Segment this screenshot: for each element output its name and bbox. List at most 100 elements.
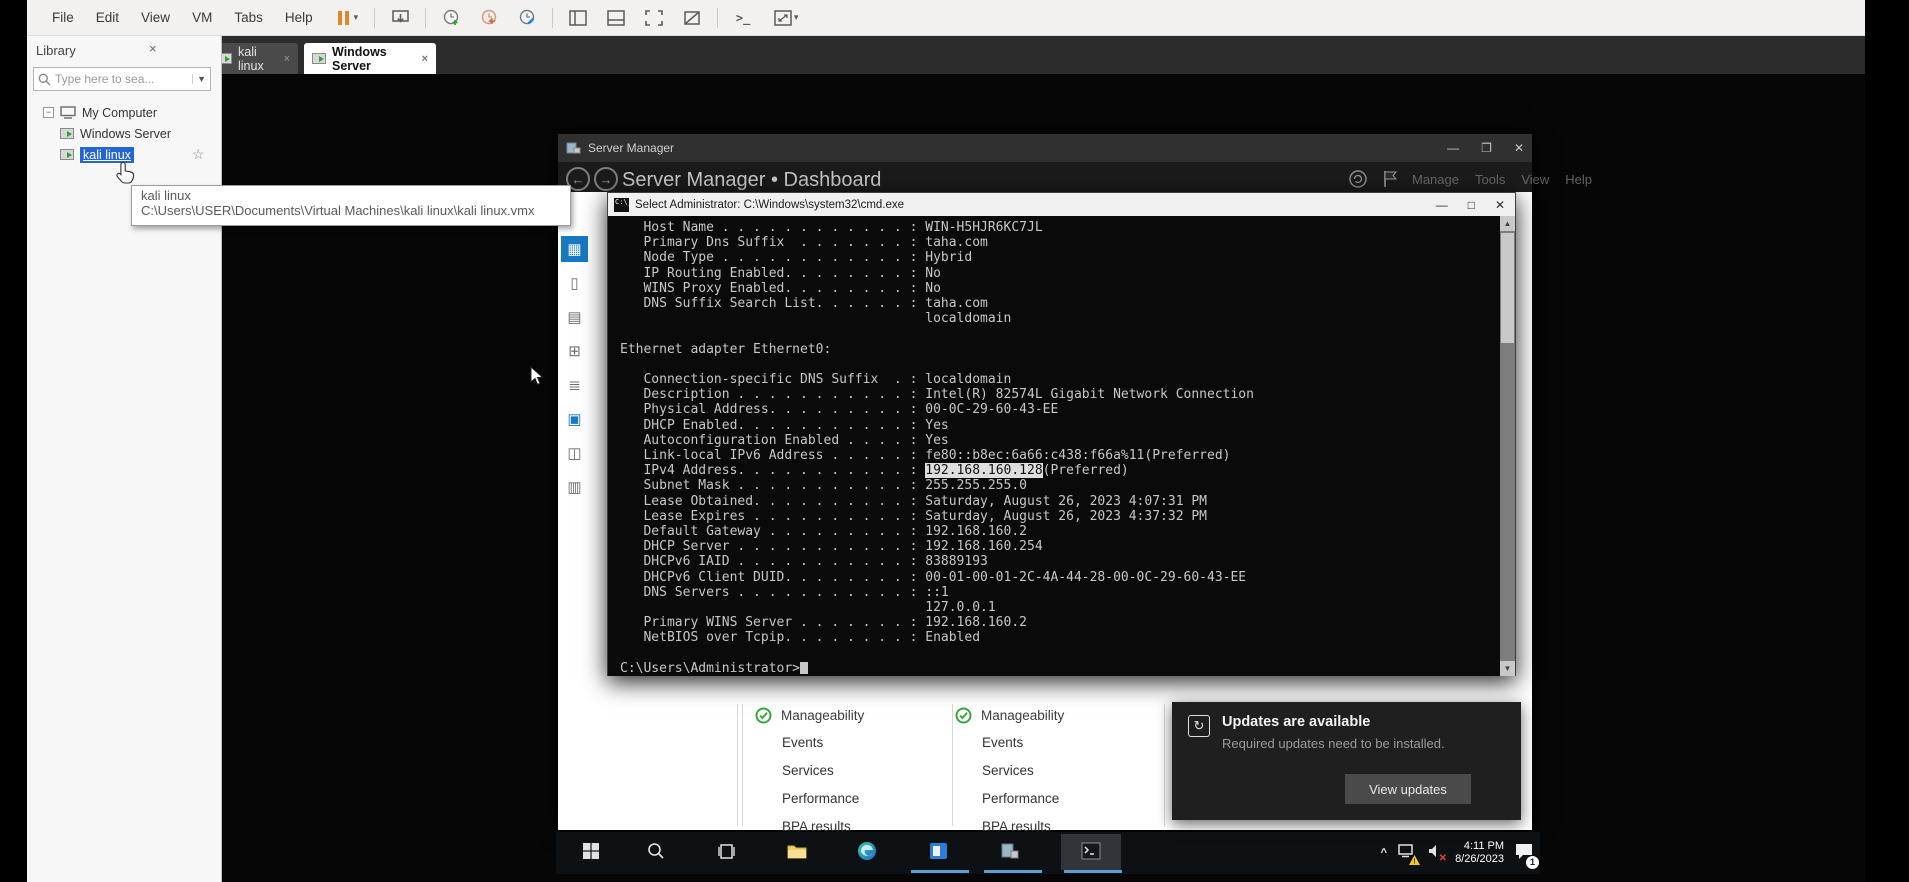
cmd-titlebar[interactable]: C:\_ Select Administrator: C:\Windows\sy… bbox=[608, 193, 1515, 216]
dashboard-link-performance[interactable]: Performance bbox=[782, 791, 955, 806]
taskbar-clock[interactable]: 4:11 PM 8/26/2023 bbox=[1455, 840, 1504, 866]
edge-icon bbox=[858, 842, 876, 860]
dashboard-status-label[interactable]: Manageability bbox=[981, 708, 1064, 723]
dashboard-link-events[interactable]: Events bbox=[982, 735, 1155, 750]
notifications-flag-icon[interactable] bbox=[1382, 169, 1398, 189]
chevron-down-icon[interactable]: ▼ bbox=[192, 74, 206, 84]
library-search[interactable]: ▼ bbox=[33, 67, 211, 91]
tab-kali-linux[interactable]: kali linux × bbox=[210, 43, 298, 74]
minimize-button[interactable]: — bbox=[1447, 141, 1459, 155]
volume-muted-icon[interactable]: ✕ bbox=[1427, 843, 1447, 864]
tree-item-my-computer[interactable]: − My Computer bbox=[27, 102, 221, 123]
tab-label: kali linux bbox=[238, 44, 264, 73]
screen: File Edit View VM Tabs Help ▾ >_ ▾ kali … bbox=[0, 0, 1909, 882]
unity-mode-button[interactable] bbox=[679, 5, 705, 31]
revert-snapshot-button[interactable] bbox=[476, 5, 502, 31]
vmware-menubar: File Edit View VM Tabs Help ▾ >_ ▾ bbox=[27, 0, 1865, 36]
dashboard-link-events[interactable]: Events bbox=[782, 735, 955, 750]
pinned-app-button[interactable] bbox=[916, 832, 960, 870]
library-panel: Library × ▼ − My Computer bbox=[27, 36, 222, 882]
dashboard-status-label[interactable]: Manageability bbox=[781, 708, 864, 723]
task-view-icon bbox=[717, 843, 735, 859]
server-manager-nav: ▦ ▯ ▤ ⊞ ≣ ▣ ◫ ▥ bbox=[561, 236, 593, 500]
server-manager-icon bbox=[1001, 843, 1019, 859]
nav-group-icon[interactable]: ▥ bbox=[561, 474, 588, 500]
menu-file[interactable]: File bbox=[41, 10, 85, 25]
scrollbar[interactable]: ▲ ▼ bbox=[1500, 216, 1515, 676]
action-center-button[interactable]: 1 bbox=[1514, 842, 1539, 869]
dashboard-link-performance[interactable]: Performance bbox=[982, 791, 1155, 806]
sm-menu-manage[interactable]: Manage bbox=[1412, 172, 1459, 187]
task-view-button[interactable] bbox=[704, 832, 748, 870]
scroll-up-icon[interactable]: ▲ bbox=[1500, 216, 1515, 231]
dashboard-group-1: Manageability Events Services Performanc… bbox=[755, 707, 955, 834]
tree-collapse-icon[interactable]: − bbox=[43, 107, 54, 118]
dashboard-group-2: Manageability Events Services Performanc… bbox=[955, 707, 1155, 834]
manage-snapshots-button[interactable] bbox=[514, 5, 540, 31]
forward-icon[interactable]: → bbox=[594, 167, 618, 191]
vm-powered-on-icon bbox=[60, 149, 74, 160]
menu-help[interactable]: Help bbox=[274, 10, 324, 25]
sm-menu-tools[interactable]: Tools bbox=[1475, 172, 1505, 187]
dashboard-link-services[interactable]: Services bbox=[782, 763, 955, 778]
chevron-down-icon[interactable]: ▾ bbox=[794, 12, 799, 23]
file-explorer-button[interactable] bbox=[775, 832, 819, 870]
tile-divider bbox=[742, 704, 743, 826]
taskbar-search-button[interactable] bbox=[634, 832, 678, 870]
close-library-icon[interactable]: × bbox=[149, 41, 157, 56]
server-manager-taskbar-button[interactable] bbox=[988, 832, 1032, 870]
close-button[interactable]: ✕ bbox=[1495, 198, 1505, 212]
fit-guest-now-button[interactable]: ▾ bbox=[768, 5, 804, 31]
nav-feature-icon[interactable]: ≣ bbox=[561, 372, 588, 398]
send-ctrl-alt-del-button[interactable] bbox=[387, 5, 413, 31]
running-app-underline bbox=[1064, 870, 1122, 873]
command-prompt-taskbar-button[interactable] bbox=[1069, 832, 1113, 870]
maximize-button[interactable]: ❐ bbox=[1481, 141, 1492, 155]
menu-edit[interactable]: Edit bbox=[85, 10, 130, 25]
close-tab-icon[interactable]: × bbox=[284, 53, 290, 65]
blue-app-icon bbox=[929, 843, 947, 859]
edge-browser-button[interactable] bbox=[845, 832, 889, 870]
server-manager-titlebar[interactable]: Server Manager — ❐ ✕ bbox=[558, 134, 1532, 162]
nav-services-icon[interactable]: ◫ bbox=[561, 440, 588, 466]
network-status-icon[interactable]: ! bbox=[1397, 842, 1421, 865]
favorite-star-icon[interactable]: ☆ bbox=[192, 146, 205, 163]
tray-chevron-up-icon[interactable]: ^ bbox=[1381, 847, 1387, 859]
chevron-down-icon[interactable]: ▾ bbox=[354, 12, 359, 23]
show-library-panel-button[interactable] bbox=[565, 5, 591, 31]
refresh-icon[interactable] bbox=[1348, 169, 1368, 189]
minimize-button[interactable]: — bbox=[1436, 198, 1448, 212]
take-snapshot-button[interactable] bbox=[438, 5, 464, 31]
library-title: Library bbox=[36, 43, 76, 58]
dashboard-link-services[interactable]: Services bbox=[982, 763, 1155, 778]
menu-view[interactable]: View bbox=[130, 10, 181, 25]
nav-file-storage-icon[interactable]: ▣ bbox=[561, 406, 588, 432]
start-button[interactable] bbox=[569, 832, 613, 870]
enter-full-screen-button[interactable] bbox=[641, 5, 667, 31]
toolbar-divider bbox=[425, 7, 427, 28]
pause-button[interactable]: ▾ bbox=[334, 10, 363, 25]
windows-logo-icon bbox=[583, 843, 599, 859]
open-console-button[interactable]: >_ bbox=[730, 5, 756, 31]
vmware-toolbar: ▾ >_ ▾ bbox=[334, 5, 805, 31]
sm-menu-help[interactable]: Help bbox=[1565, 172, 1592, 187]
search-input[interactable] bbox=[55, 72, 193, 86]
maximize-button[interactable]: □ bbox=[1468, 198, 1475, 212]
menu-tabs[interactable]: Tabs bbox=[223, 10, 274, 25]
nav-local-server-icon[interactable]: ▯ bbox=[561, 270, 588, 296]
close-tab-icon[interactable]: × bbox=[422, 53, 428, 65]
monitor-arrow-icon bbox=[391, 9, 409, 23]
close-button[interactable]: ✕ bbox=[1514, 141, 1524, 155]
menu-vm[interactable]: VM bbox=[181, 10, 223, 25]
show-thumbnail-bar-button[interactable] bbox=[603, 5, 629, 31]
tab-windows-server[interactable]: Windows Server × bbox=[304, 43, 436, 74]
tree-item-windows-server[interactable]: Windows Server bbox=[27, 123, 221, 144]
scroll-down-icon[interactable]: ▼ bbox=[1500, 661, 1515, 676]
nav-dashboard-icon[interactable]: ▦ bbox=[561, 236, 588, 262]
sm-menu-view[interactable]: View bbox=[1521, 172, 1549, 187]
view-updates-button[interactable]: View updates bbox=[1345, 774, 1471, 804]
nav-roles-icon[interactable]: ⊞ bbox=[561, 338, 588, 364]
nav-all-servers-icon[interactable]: ▤ bbox=[561, 304, 588, 330]
cmd-icon: C:\_ bbox=[614, 197, 632, 212]
scrollbar-thumb[interactable] bbox=[1501, 233, 1514, 343]
